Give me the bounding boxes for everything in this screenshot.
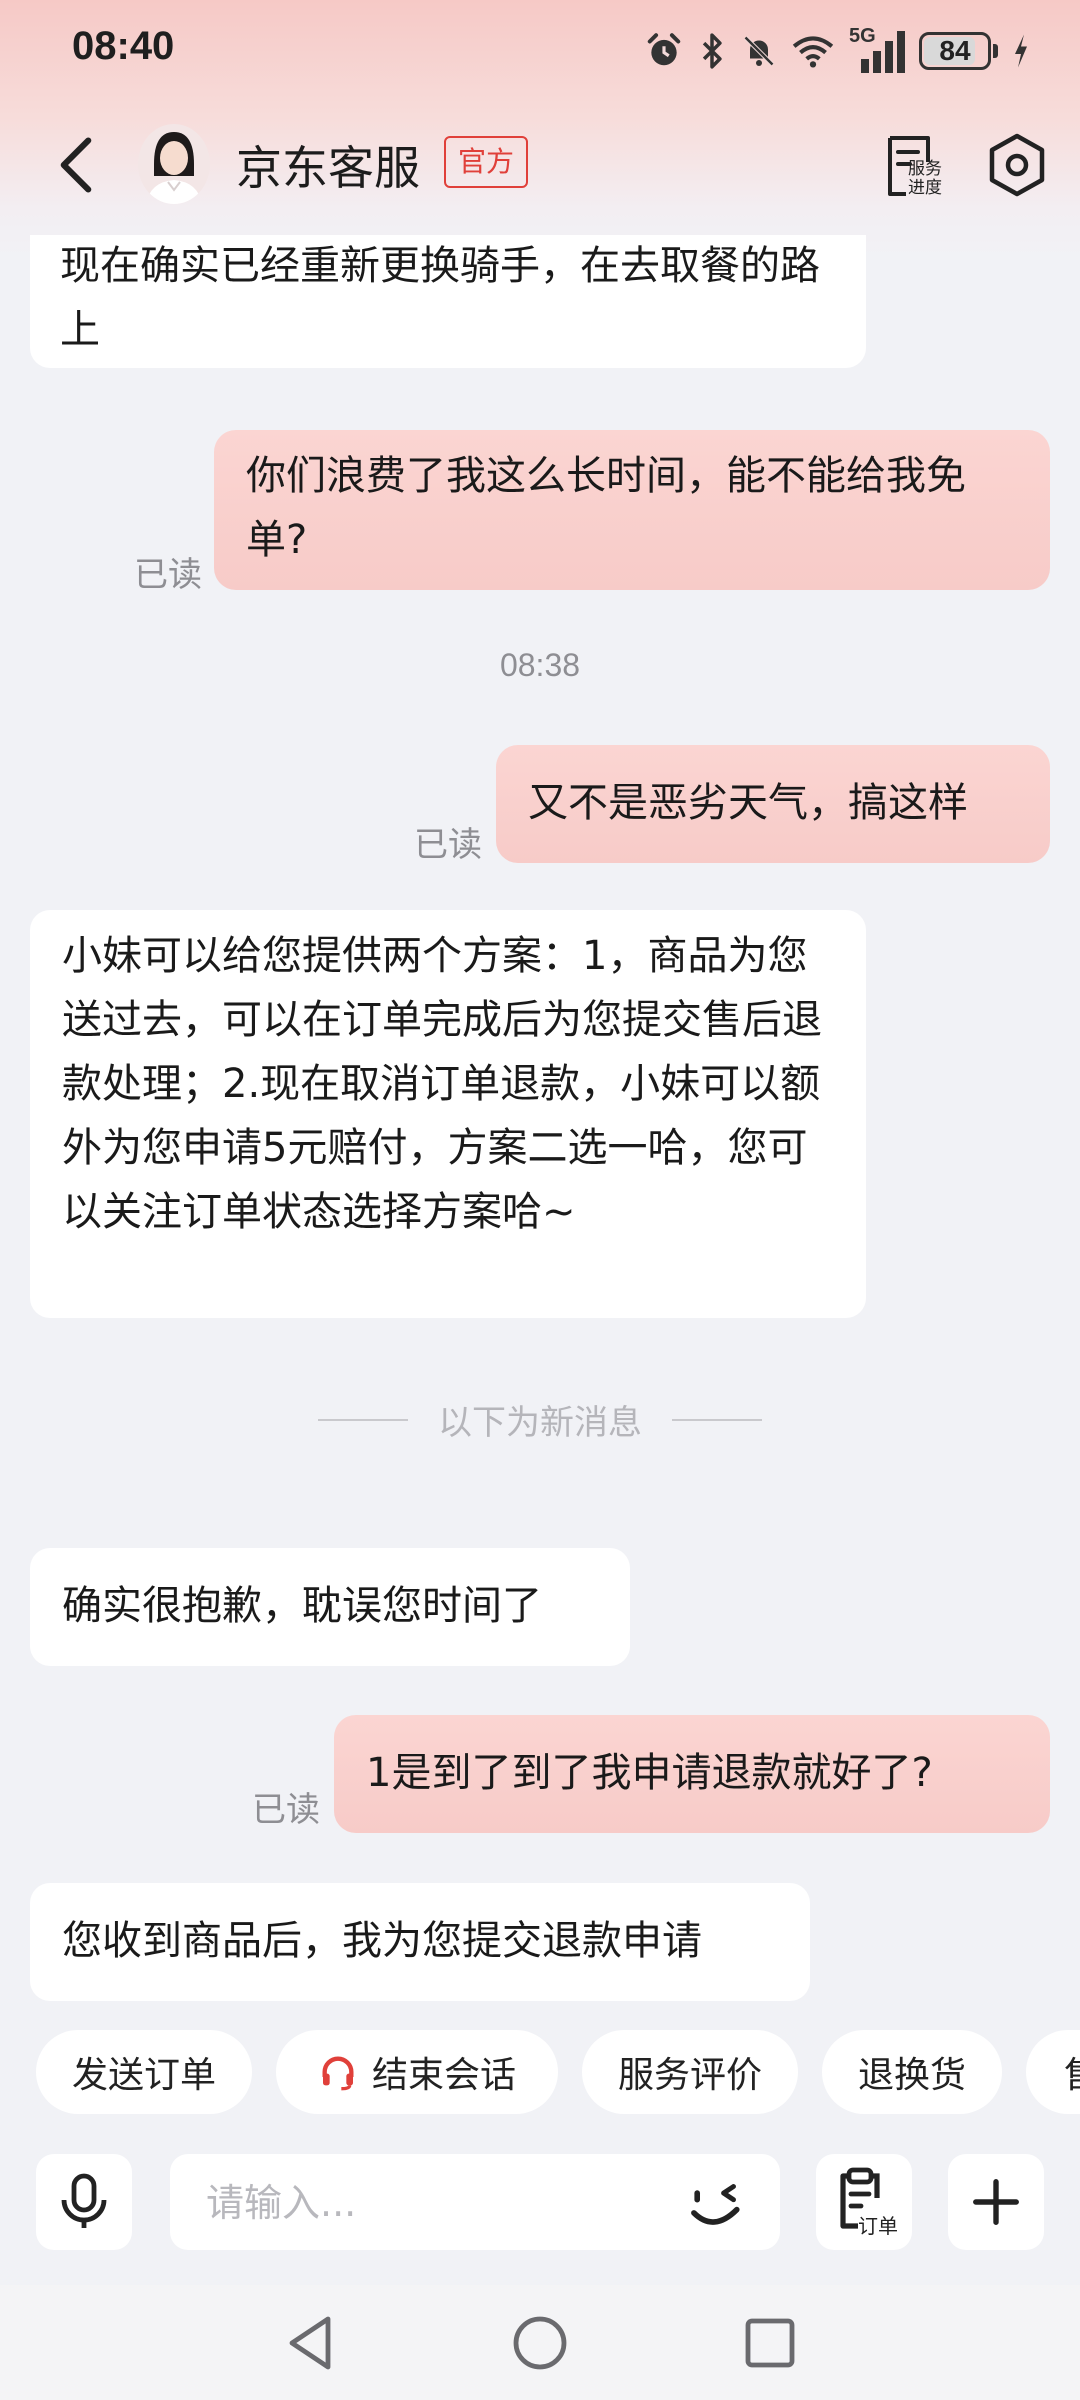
nav-back-icon[interactable] [280, 2313, 340, 2373]
alarm-icon [647, 33, 681, 66]
agent-avatar-icon [138, 124, 210, 204]
charging-icon [1015, 34, 1027, 68]
battery-indicator: 84 [919, 32, 991, 70]
divider-line [672, 1418, 762, 1421]
read-receipt: 已读 [134, 555, 202, 595]
message-input-field[interactable] [170, 2154, 780, 2250]
signal-5g: 5G [849, 25, 905, 73]
chip-label: 发送订单 [71, 2055, 216, 2096]
divider-line [318, 1418, 408, 1421]
service-progress-label: 服务进度 [908, 159, 942, 198]
mute-bell-icon [743, 35, 775, 67]
microphone-icon [61, 2173, 107, 2228]
quick-actions-bar[interactable]: 发送订单 结束会话 服务评价 退换货 售 [0, 2030, 1080, 2120]
emoji-icon[interactable] [684, 2170, 750, 2236]
avatar[interactable] [138, 124, 210, 204]
service-rating-chip[interactable]: 服务评价 [582, 2030, 798, 2114]
order-button[interactable]: 订单 [816, 2154, 912, 2250]
chat-area[interactable]: 现在确实已经重新更换骑手，在去取餐的路上 已读 你们浪费了我这么长时间，能不能给… [0, 235, 1080, 2005]
nav-bar: 京东客服 官方 服务进度 [0, 110, 1080, 220]
official-badge: 官方 [444, 136, 529, 188]
bluetooth-icon [702, 33, 722, 69]
read-receipt: 已读 [252, 1790, 320, 1830]
status-bar: 08:40 5G 84 [0, 0, 1080, 100]
voice-button[interactable] [36, 2154, 132, 2250]
message-input[interactable] [204, 2172, 628, 2234]
page-title: 京东客服 [236, 141, 420, 195]
end-session-chip[interactable]: 结束会话 [276, 2030, 558, 2114]
message-timestamp: 08:38 [499, 647, 581, 683]
headset-icon [322, 2056, 354, 2091]
battery-cap [993, 44, 998, 58]
order-label: 订单 [858, 2210, 898, 2239]
plus-icon [973, 2179, 1019, 2225]
signal-icon [861, 31, 905, 73]
chip-label: 退换货 [857, 2055, 966, 2096]
new-messages-divider: 以下为新消息 [0, 1395, 1080, 1444]
message-bubble-in[interactable]: 现在确实已经重新更换骑手，在去取餐的路上 [30, 235, 866, 368]
message-bubble-in[interactable]: 小妹可以给您提供两个方案：1，商品为您送过去，可以在订单完成后为您提交售后退款处… [30, 910, 866, 1318]
return-exchange-chip[interactable]: 退换货 [822, 2030, 1002, 2114]
message-bubble-out[interactable]: 1是到了到了我申请退款就好了? [334, 1715, 1050, 1833]
nav-recents-icon[interactable] [740, 2313, 800, 2373]
battery-level: 84 [939, 35, 971, 66]
after-sales-chip[interactable]: 售 [1026, 2030, 1080, 2114]
chip-label: 服务评价 [617, 2055, 762, 2096]
status-icons: 5G 84 [645, 25, 1030, 76]
read-receipt: 已读 [414, 825, 482, 865]
message-bubble-in[interactable]: 确实很抱歉，耽误您时间了 [30, 1548, 630, 1666]
send-order-chip[interactable]: 发送订单 [36, 2030, 252, 2114]
back-arrow-icon[interactable] [46, 130, 106, 200]
settings-icon[interactable] [982, 130, 1052, 200]
chip-label: 结束会话 [371, 2055, 516, 2096]
status-time: 08:40 [72, 24, 175, 68]
input-bar: 订单 [0, 2150, 1080, 2250]
nav-home-icon[interactable] [510, 2313, 570, 2373]
divider-label: 以下为新消息 [438, 1403, 642, 1443]
message-bubble-out[interactable]: 又不是恶劣天气，搞这样 [496, 745, 1050, 863]
chip-label: 售 [1064, 2046, 1080, 2098]
message-bubble-in[interactable]: 您收到商品后，我为您提交退款申请 [30, 1883, 810, 2001]
system-navigation-bar [0, 2285, 1080, 2400]
message-bubble-out[interactable]: 你们浪费了我这么长时间，能不能给我免单? [214, 430, 1050, 590]
wifi-icon [792, 36, 834, 68]
service-progress-button[interactable]: 服务进度 [880, 132, 950, 202]
more-button[interactable] [948, 2154, 1044, 2250]
